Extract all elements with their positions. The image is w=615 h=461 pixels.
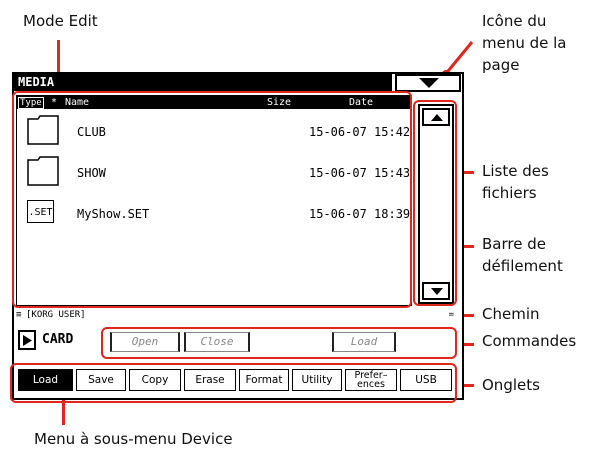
annotation-commands: Commandes	[482, 332, 577, 350]
path-end-glyph: =	[448, 310, 454, 320]
device-menu-button[interactable]	[18, 330, 36, 350]
path-text: [KORG USER]	[26, 310, 86, 320]
path-bar: ≡ [KORG USER] =	[16, 310, 460, 321]
device-label: CARD	[42, 332, 74, 347]
page-menu-button[interactable]	[395, 74, 461, 92]
highlight-commands	[101, 327, 457, 359]
highlight-scrollbar	[413, 100, 457, 306]
annotation-device-menu: Menu à sous-menu Device	[34, 430, 233, 448]
highlight-tabs	[10, 363, 457, 403]
annotation-tabs: Onglets	[482, 376, 540, 394]
triangle-right-icon	[23, 335, 32, 346]
path-start-glyph: ≡	[16, 310, 22, 320]
annotation-path: Chemin	[482, 305, 540, 323]
annotation-page-menu-icon: Icône du menu de la page	[482, 12, 567, 74]
page-title: MEDIA	[14, 74, 392, 91]
highlight-file-list	[12, 91, 412, 308]
device-anchor	[62, 333, 67, 338]
annotation-mode-edit: Mode Edit	[23, 12, 98, 30]
triangle-down-icon	[419, 78, 439, 88]
annotation-scrollbar: Barre de défilement	[482, 235, 563, 275]
annotation-file-list: Liste des fichiers	[482, 162, 549, 202]
leader-mode-edit	[57, 40, 60, 74]
